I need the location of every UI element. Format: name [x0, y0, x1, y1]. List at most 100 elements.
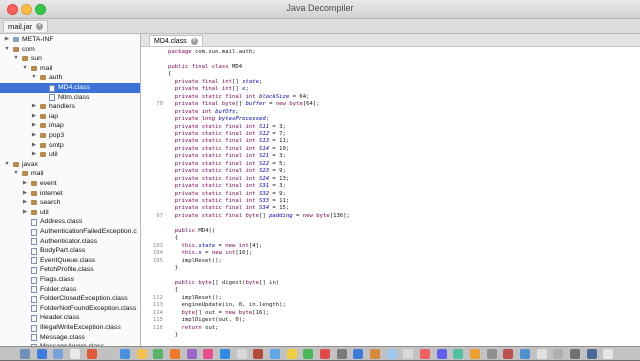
package-icon [31, 200, 37, 206]
disclosure-expanded-icon[interactable]: ▼ [4, 45, 10, 55]
dock-app-icon[interactable] [603, 349, 614, 359]
tree-item[interactable]: ▶ util [0, 150, 140, 160]
code-text: } [168, 265, 179, 272]
dock-app-icon[interactable] [153, 349, 164, 359]
tree-item[interactable]: ▼ mail [0, 169, 140, 179]
disclosure-expanded-icon[interactable]: ▼ [31, 73, 37, 83]
tree-item[interactable]: ▶ event [0, 179, 140, 189]
tab-md4-class[interactable]: MD4.class × [149, 35, 203, 46]
tree-item[interactable]: Flags.class [0, 275, 140, 285]
tree-item[interactable]: ▶ handlers [0, 102, 140, 112]
disclosure-collapsed-icon[interactable]: ▶ [31, 112, 37, 122]
line-number: 104 [152, 250, 163, 257]
dock-app-icon[interactable] [320, 349, 330, 359]
dock-app-icon[interactable] [236, 349, 247, 359]
dock-app-icon[interactable] [186, 349, 197, 359]
tree-item-label: Message.class [40, 333, 85, 341]
tree-item[interactable]: Folder.class [0, 285, 140, 295]
tree-item[interactable]: ▶ imap [0, 121, 140, 131]
tree-item[interactable]: Authenticator.class [0, 237, 140, 247]
dock-app-icon[interactable] [436, 349, 447, 359]
source-code-view[interactable]: package com.sun.mail.auth; public final c… [141, 47, 640, 346]
dock-app-icon[interactable] [453, 349, 464, 359]
dock-app-icon[interactable] [553, 349, 564, 359]
dock-app-icon[interactable] [486, 349, 497, 359]
tree-item[interactable]: Header.class [0, 313, 140, 323]
dock-app-icon[interactable] [203, 349, 214, 359]
dock-app-icon[interactable] [20, 349, 30, 359]
tree-item[interactable]: ▶ internet [0, 189, 140, 199]
tree-item[interactable]: ▼ mail [0, 64, 140, 74]
dock-app-icon[interactable] [520, 349, 530, 359]
dock-app-icon[interactable] [86, 349, 97, 359]
dock-app-icon[interactable] [36, 349, 47, 359]
tree-item[interactable]: Message.class [0, 333, 140, 343]
dock-app-icon[interactable] [353, 349, 364, 359]
close-editor-tab-icon[interactable]: × [190, 37, 198, 45]
tree-item[interactable]: BodyPart.class [0, 246, 140, 256]
package-icon [13, 46, 19, 52]
line-number: 116 [152, 324, 163, 331]
close-tab-icon[interactable]: × [36, 23, 44, 30]
disclosure-collapsed-icon[interactable]: ▶ [22, 189, 28, 199]
disclosure-collapsed-icon[interactable]: ▶ [22, 208, 28, 218]
tree-item[interactable]: ▶ util [0, 208, 140, 218]
tree-item[interactable]: FolderClosedException.class [0, 294, 140, 304]
tree-item[interactable]: ▶ iap [0, 112, 140, 122]
dock-app-icon[interactable] [253, 349, 264, 359]
dock-app-icon[interactable] [103, 349, 114, 359]
tree-item[interactable]: FetchProfile.class [0, 265, 140, 275]
dock-app-icon[interactable] [586, 349, 597, 359]
dock-app-icon[interactable] [220, 349, 230, 359]
tree-item[interactable]: Ntlm.class [0, 93, 140, 103]
dock-app-icon[interactable] [120, 349, 130, 359]
tree-item[interactable]: FolderNotFoundException.class [0, 304, 140, 314]
dock-app-icon[interactable] [470, 349, 480, 359]
dock-app-icon[interactable] [403, 349, 414, 359]
tree-item[interactable]: MD4.class [0, 83, 140, 93]
tree-item[interactable]: ▼ javax [0, 160, 140, 170]
tree-item[interactable]: ▼ auth [0, 73, 140, 83]
tree-item[interactable]: ▶ search [0, 198, 140, 208]
tree-item[interactable]: ▶ pop3 [0, 131, 140, 141]
dock-app-icon[interactable] [170, 349, 180, 359]
package-tree[interactable]: ▶ META-INF ▼ com ▼ sun ▼ mail ▼ auth MD4.class Ntlm… [0, 34, 141, 346]
dock-app-icon[interactable] [386, 349, 397, 359]
disclosure-collapsed-icon[interactable]: ▶ [31, 150, 37, 160]
disclosure-expanded-icon[interactable]: ▼ [13, 169, 19, 179]
disclosure-collapsed-icon[interactable]: ▶ [31, 121, 37, 131]
dock-app-icon[interactable] [370, 349, 380, 359]
disclosure-expanded-icon[interactable]: ▼ [22, 64, 28, 74]
tree-item[interactable]: IllegalWriteException.class [0, 323, 140, 333]
tree-item[interactable]: EventQueue.class [0, 256, 140, 266]
dock-app-icon[interactable] [286, 349, 297, 359]
tab-mail-jar[interactable]: mail.jar × [3, 20, 49, 32]
code-text: implReset(); [168, 257, 222, 264]
tree-item[interactable]: Address.class [0, 217, 140, 227]
dock-app-icon[interactable] [270, 349, 280, 359]
dock-app-icon[interactable] [53, 349, 64, 359]
dock-app-icon[interactable] [136, 349, 147, 359]
disclosure-expanded-icon[interactable]: ▼ [4, 160, 10, 170]
disclosure-collapsed-icon[interactable]: ▶ [22, 179, 28, 189]
disclosure-collapsed-icon[interactable]: ▶ [4, 35, 10, 45]
dock-app-icon[interactable] [503, 349, 514, 359]
tree-item[interactable]: ▶ META-INF [0, 35, 140, 45]
dock-app-icon[interactable] [70, 349, 80, 359]
dock-app-icon[interactable] [336, 349, 347, 359]
disclosure-collapsed-icon[interactable]: ▶ [31, 141, 37, 151]
tree-item[interactable]: AuthenticationFailedException.c [0, 227, 140, 237]
disclosure-collapsed-icon[interactable]: ▶ [31, 131, 37, 141]
disclosure-collapsed-icon[interactable]: ▶ [22, 198, 28, 208]
tree-item[interactable]: ▼ com [0, 45, 140, 55]
tree-item-label: Address.class [40, 218, 83, 226]
dock-app-icon[interactable] [303, 349, 314, 359]
tree-item[interactable]: ▶ smtp [0, 141, 140, 151]
dock-app-icon[interactable] [420, 349, 430, 359]
dock-app-icon[interactable] [570, 349, 580, 359]
dock-app-icon[interactable] [536, 349, 547, 359]
disclosure-expanded-icon[interactable]: ▼ [13, 54, 19, 64]
tree-item-label: javax [22, 160, 38, 168]
disclosure-collapsed-icon[interactable]: ▶ [31, 102, 37, 112]
tree-item[interactable]: ▼ sun [0, 54, 140, 64]
